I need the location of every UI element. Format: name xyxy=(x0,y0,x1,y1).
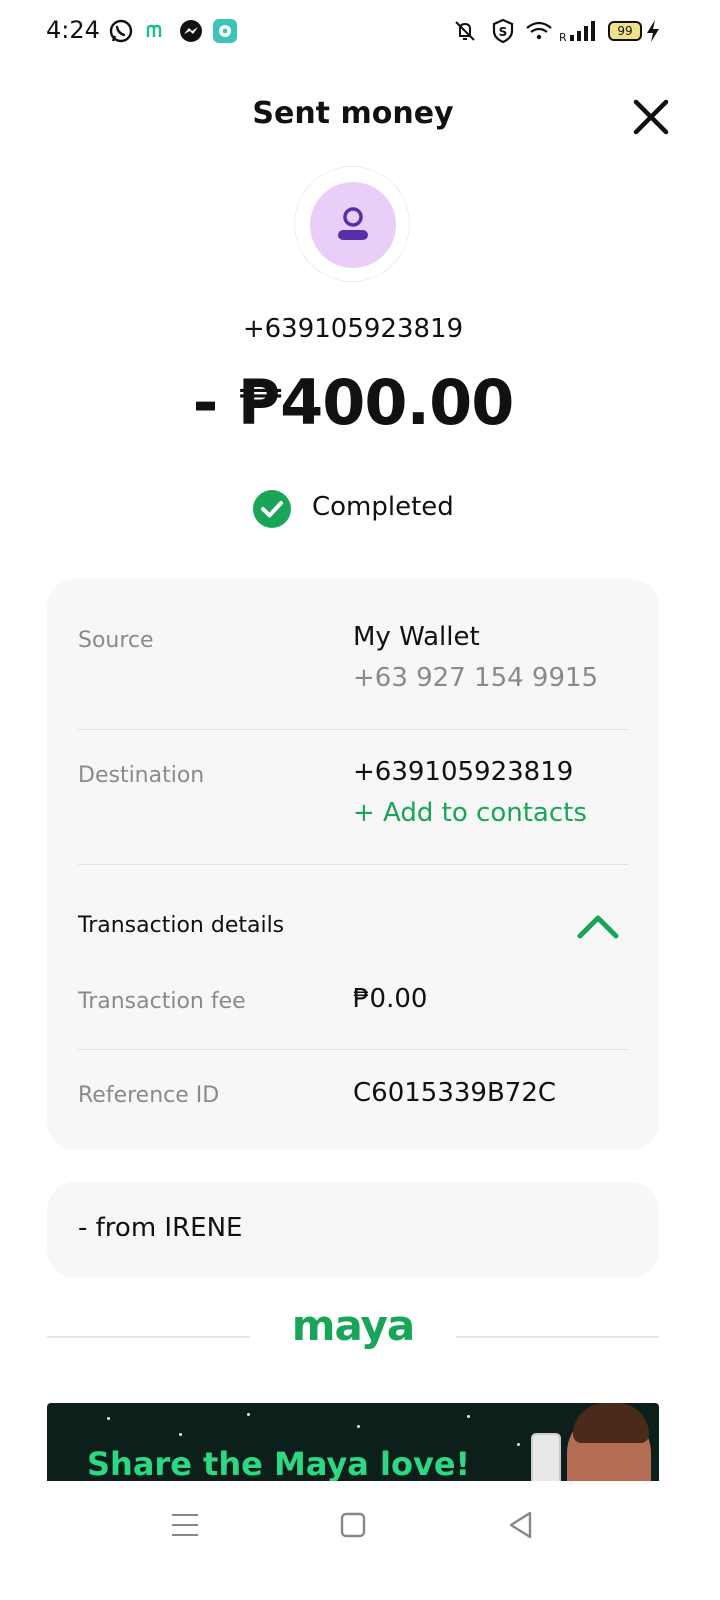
sparkle xyxy=(107,1417,110,1420)
maya-notification-icon xyxy=(146,24,162,37)
maya-logo: maya xyxy=(292,1306,416,1350)
close-icon[interactable] xyxy=(630,96,672,138)
svg-text:R: R xyxy=(559,31,567,44)
back-icon[interactable] xyxy=(504,1508,538,1542)
promo-banner[interactable]: Share the Maya love! xyxy=(47,1403,659,1481)
divider xyxy=(78,864,628,865)
message-text: - from IRENE xyxy=(78,1213,243,1243)
divider xyxy=(47,1336,250,1338)
transaction-details-title[interactable]: Transaction details xyxy=(78,913,284,938)
reference-label: Reference ID xyxy=(78,1083,220,1108)
menu-icon[interactable] xyxy=(168,1508,202,1542)
sparkle xyxy=(357,1425,360,1428)
user-icon xyxy=(338,207,368,240)
banner-text: Share the Maya love! xyxy=(87,1445,471,1481)
svg-text:maya: maya xyxy=(292,1306,415,1350)
signal-icon: R xyxy=(559,21,595,44)
source-number: +63 927 154 9915 xyxy=(353,663,599,693)
fee-label: Transaction fee xyxy=(78,989,246,1014)
mute-icon xyxy=(455,21,475,41)
battery-icon: 99 xyxy=(608,21,642,41)
banner-phone-image xyxy=(531,1433,561,1481)
messenger-icon xyxy=(180,20,202,42)
check-circle-icon xyxy=(253,490,291,528)
banner-person-hair xyxy=(573,1403,649,1443)
home-icon[interactable] xyxy=(336,1508,370,1542)
amount: - ₱400.00 xyxy=(192,366,515,439)
status-time: 4:24 xyxy=(46,16,100,44)
sparkle xyxy=(179,1433,182,1436)
whatsapp-icon xyxy=(109,19,133,43)
svg-text:S: S xyxy=(499,25,508,39)
sparkle xyxy=(467,1415,470,1418)
wifi-icon xyxy=(526,21,552,40)
sparkle xyxy=(247,1413,250,1416)
charging-icon xyxy=(647,20,659,42)
reference-value: C6015339B72C xyxy=(353,1078,557,1108)
source-label: Source xyxy=(78,628,154,653)
page-title: Sent money xyxy=(252,96,454,131)
divider xyxy=(456,1336,659,1338)
shield-icon: S xyxy=(492,18,514,44)
recipient-number: +639105923819 xyxy=(242,314,464,344)
fee-value: ₱0.00 xyxy=(353,984,428,1014)
chat-app-icon xyxy=(213,19,237,43)
source-name: My Wallet xyxy=(353,622,480,652)
divider xyxy=(78,729,628,730)
destination-number: +639105923819 xyxy=(353,757,574,787)
status-text: Completed xyxy=(312,492,454,522)
add-to-contacts-link[interactable]: + Add to contacts xyxy=(353,798,587,828)
sparkle xyxy=(517,1443,520,1446)
chevron-up-icon[interactable] xyxy=(576,910,620,942)
divider xyxy=(78,1049,628,1050)
destination-label: Destination xyxy=(78,763,205,788)
